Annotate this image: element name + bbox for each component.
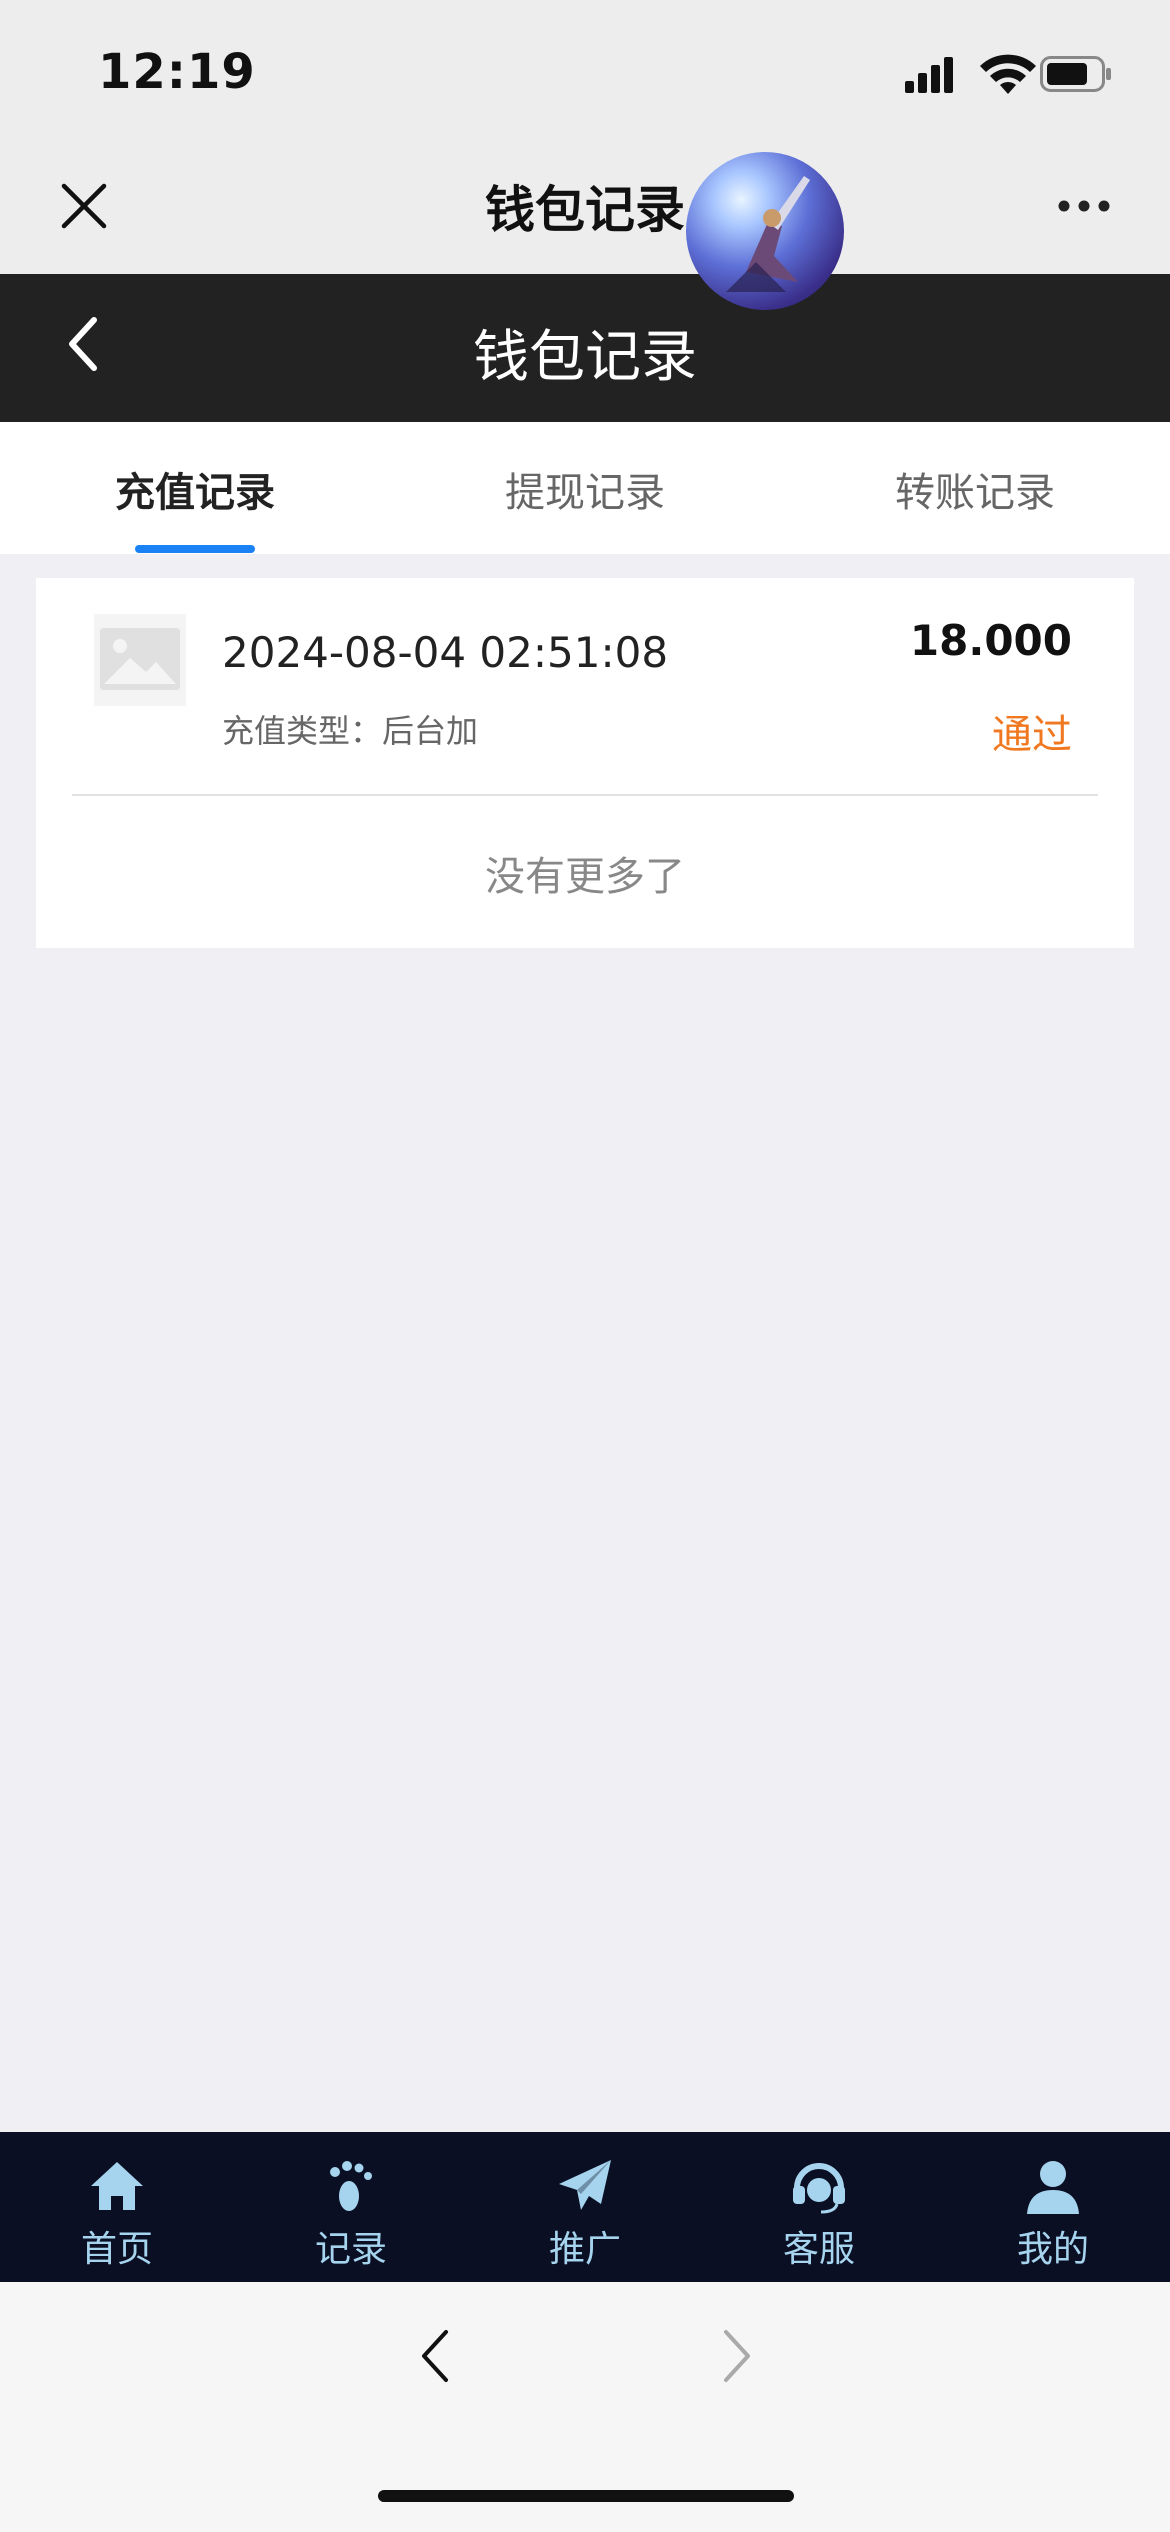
status-time: 12:19 <box>98 44 256 100</box>
nav-label-records: 记录 <box>314 2229 387 2270</box>
home-icon <box>91 2162 143 2210</box>
footprint-icon <box>330 2161 372 2211</box>
nav-label-service: 客服 <box>782 2229 855 2270</box>
nav-label-mine: 我的 <box>1016 2229 1089 2270</box>
record-status: 通过 <box>992 712 1072 758</box>
battery-icon <box>1040 56 1111 92</box>
tab-withdraw-records[interactable]: 提现记录 <box>390 460 780 518</box>
avatar-art <box>726 176 810 292</box>
tab-recharge-records[interactable]: 充值记录 <box>0 460 390 518</box>
browser-forward-icon[interactable] <box>716 2326 756 2386</box>
home-indicator <box>378 2490 794 2502</box>
record-datetime: 2024-08-04 02:51:08 <box>222 628 669 677</box>
active-tab-indicator <box>135 545 255 553</box>
nav-item-service[interactable]: 客服 <box>702 2132 936 2282</box>
cellular-signal-icon <box>905 57 953 93</box>
mini-program-avatar[interactable] <box>686 152 844 310</box>
nav-label-promote: 推广 <box>548 2229 621 2270</box>
wifi-icon <box>980 54 1036 94</box>
nav-label-home: 首页 <box>80 2229 153 2270</box>
record-type: 充值类型：后台加 <box>222 712 479 750</box>
no-more-text: 没有更多了 <box>485 854 685 900</box>
record-amount: 18.000 <box>909 616 1072 665</box>
nav-item-mine[interactable]: 我的 <box>936 2132 1170 2282</box>
headset-icon <box>793 2163 845 2214</box>
tab-transfer-records[interactable]: 转账记录 <box>780 460 1170 518</box>
wechat-title: 钱包记录 <box>485 181 685 239</box>
browser-back-icon[interactable] <box>416 2326 456 2386</box>
more-options-icon[interactable] <box>1056 198 1112 214</box>
nav-item-home[interactable]: 首页 <box>0 2132 234 2282</box>
page-title: 钱包记录 <box>473 325 697 390</box>
user-icon <box>1027 2161 1079 2214</box>
image-placeholder-icon <box>94 614 186 706</box>
divider <box>72 794 1098 796</box>
nav-item-records[interactable]: 记录 <box>234 2132 468 2282</box>
nav-item-promote[interactable]: 推广 <box>468 2132 702 2282</box>
paper-plane-icon <box>559 2160 611 2210</box>
